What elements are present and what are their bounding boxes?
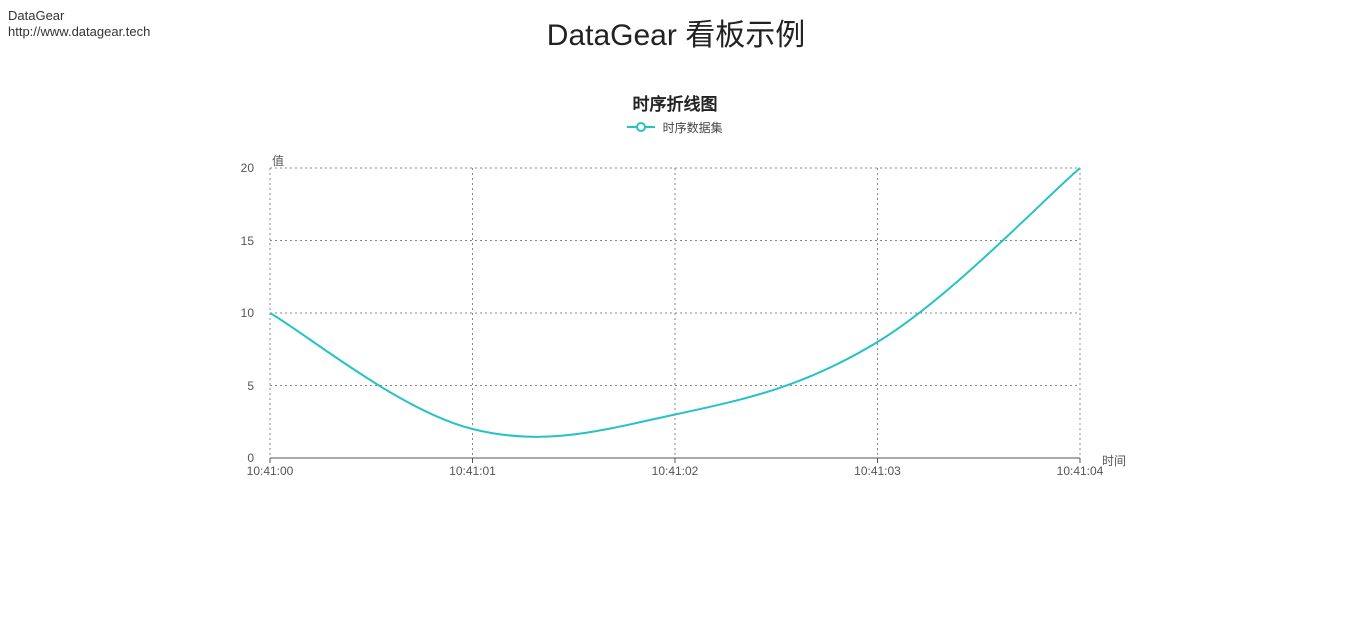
y-tick-label: 15	[241, 234, 254, 248]
legend-label: 时序数据集	[663, 119, 723, 136]
chart-plot[interactable]: 值 时间 0510152010:41:0010:41:0110:41:0210:…	[260, 158, 1090, 488]
x-tick-label: 10:41:01	[449, 464, 496, 478]
y-tick-label: 20	[241, 161, 254, 175]
chart-title: 时序折线图	[260, 90, 1090, 115]
x-tick-label: 10:41:00	[247, 464, 294, 478]
y-axis-label: 值	[272, 152, 284, 169]
chart-legend[interactable]: 时序数据集	[260, 119, 1090, 136]
legend-line-icon	[627, 121, 655, 135]
x-tick-label: 10:41:02	[652, 464, 699, 478]
y-tick-label: 5	[247, 379, 254, 393]
x-axis-label: 时间	[1102, 452, 1126, 469]
y-tick-label: 10	[241, 306, 254, 320]
y-tick-label: 0	[247, 451, 254, 465]
x-tick-label: 10:41:04	[1057, 464, 1104, 478]
chart-container: 时序折线图 时序数据集 值 时间 0510152010:41:0010:41:0…	[260, 90, 1090, 510]
page-title: DataGear 看板示例	[0, 10, 1352, 54]
x-tick-label: 10:41:03	[854, 464, 901, 478]
